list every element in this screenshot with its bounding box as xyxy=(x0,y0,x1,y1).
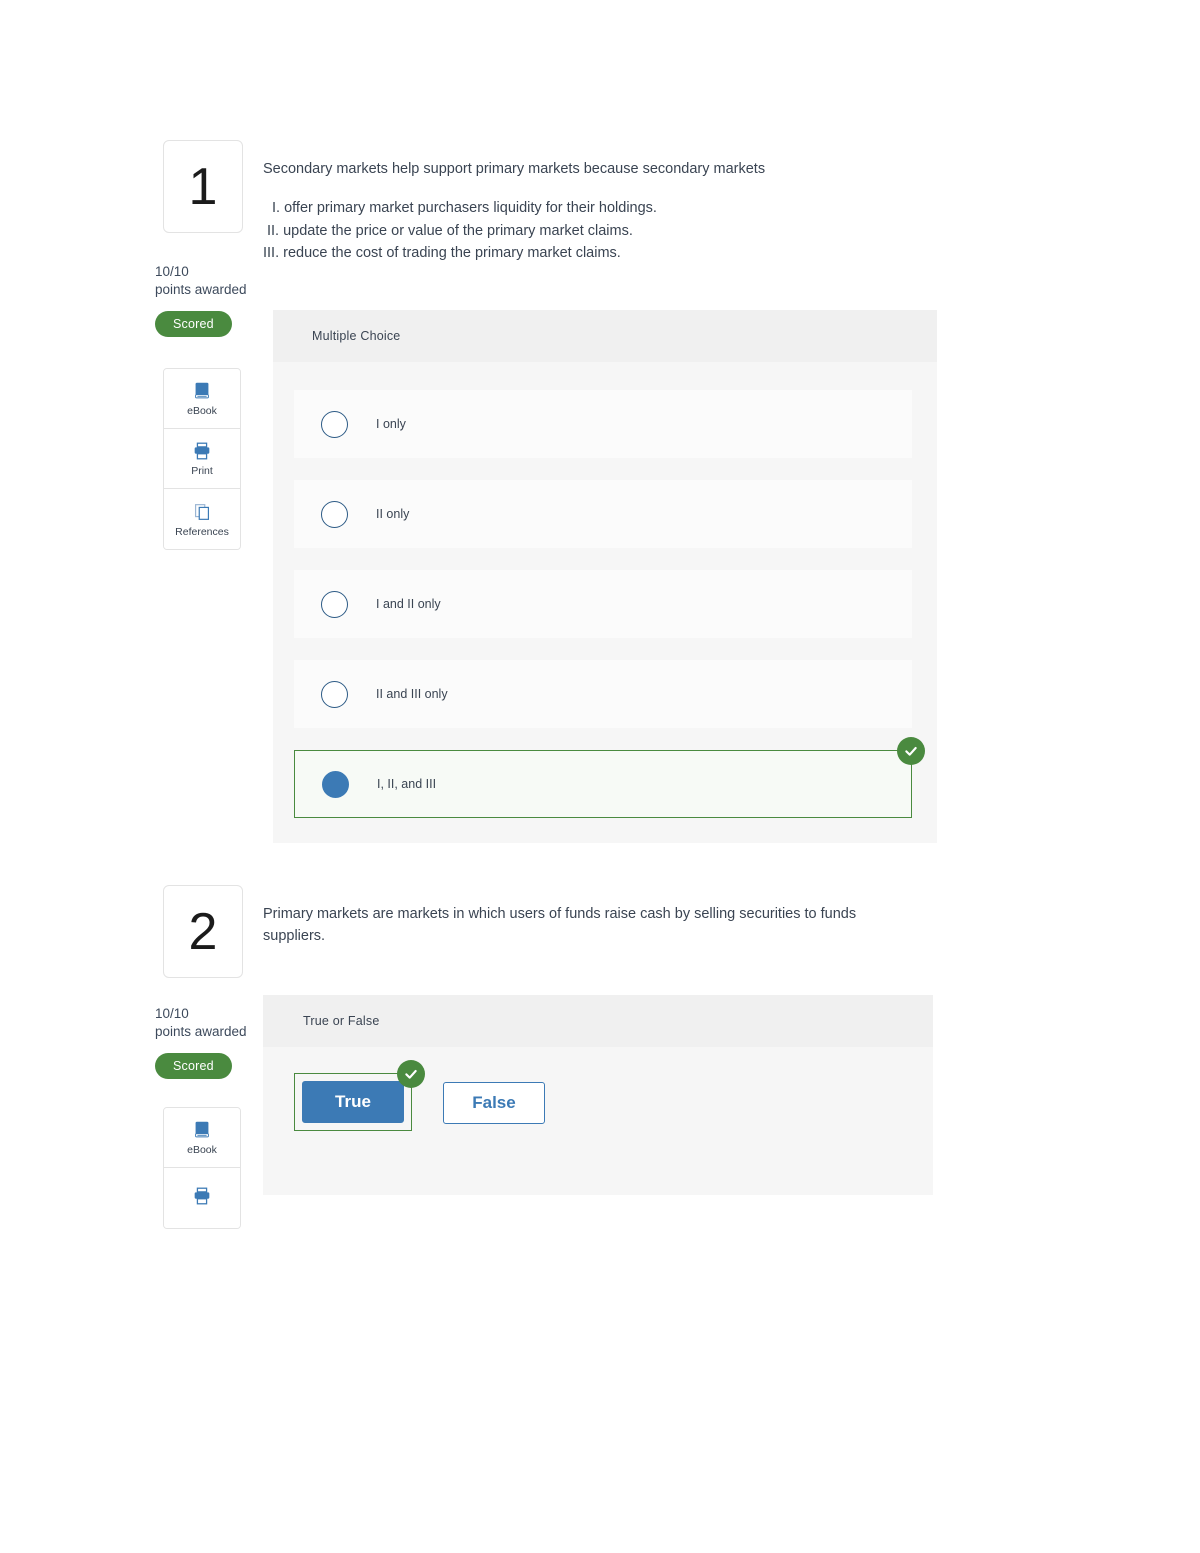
points-caption-2: points awarded xyxy=(155,1024,247,1040)
true-option-wrapper[interactable]: True xyxy=(294,1060,425,1131)
question-number-box-1: 1 xyxy=(163,140,243,233)
true-button[interactable]: True xyxy=(302,1081,404,1123)
print-icon xyxy=(191,440,213,462)
option-label: I, II, and III xyxy=(377,777,437,791)
option-row[interactable]: II only xyxy=(294,480,912,548)
points-value-2: 10/10 xyxy=(155,1006,189,1021)
option-row[interactable]: II and III only xyxy=(294,660,912,728)
question-text-1: Secondary markets help support primary m… xyxy=(263,158,913,265)
true-false-area: True False xyxy=(263,1047,933,1195)
answer-type-label-1: Multiple Choice xyxy=(312,329,401,343)
radio-icon[interactable] xyxy=(321,500,348,528)
answer-type-label-2: True or False xyxy=(303,1014,380,1028)
tool-list-1: eBook Print References xyxy=(163,368,241,550)
references-icon xyxy=(191,501,213,523)
radio-icon[interactable] xyxy=(321,590,348,618)
tool-references-label-1: References xyxy=(175,525,229,538)
question-stem-1: Secondary markets help support primary m… xyxy=(263,161,766,177)
status-badge-2: Scored xyxy=(155,1053,232,1080)
print-icon xyxy=(191,1185,213,1207)
correct-check-icon xyxy=(397,1060,425,1088)
answer-panel-2: True or False True False xyxy=(263,995,933,1195)
answer-panel-1: Multiple Choice I only II only I and II … xyxy=(273,310,937,843)
tool-ebook-2[interactable]: eBook xyxy=(164,1108,240,1168)
roman-item-i: I. offer primary market purchasers liqui… xyxy=(272,200,657,217)
option-row-selected[interactable]: I, II, and III xyxy=(294,737,925,818)
question-stem-2: Primary markets are markets in which use… xyxy=(263,906,857,945)
radio-icon[interactable] xyxy=(321,410,348,438)
tool-print-label-1: Print xyxy=(191,465,213,478)
roman-item-ii: II. update the price or value of the pri… xyxy=(267,222,633,239)
tool-print-1[interactable]: Print xyxy=(164,429,240,489)
score-area-2: 10/10 points awarded Scored xyxy=(155,1005,265,1080)
tool-print-2[interactable] xyxy=(164,1168,240,1228)
option-row[interactable]: I only xyxy=(294,390,912,458)
question-number-2: 2 xyxy=(188,902,218,961)
radio-icon-selected[interactable] xyxy=(322,770,349,798)
correct-check-icon xyxy=(897,737,925,765)
assignment-page: 1 Secondary markets help support primary… xyxy=(0,0,1200,1553)
tool-ebook-label-1: eBook xyxy=(187,405,217,418)
radio-icon[interactable] xyxy=(321,680,348,708)
tool-references-1[interactable]: References xyxy=(164,489,240,549)
tool-ebook-label-2: eBook xyxy=(187,1144,217,1157)
question-roman-list-1: I. offer primary market purchasers liqui… xyxy=(263,197,913,264)
tool-list-2: eBook xyxy=(163,1107,241,1229)
option-label: II only xyxy=(376,507,410,521)
option-list-1: I only II only I and II only II and III … xyxy=(273,362,937,843)
ebook-icon xyxy=(191,1119,213,1141)
score-area-1: 10/10 points awarded Scored xyxy=(155,263,265,338)
question-text-2: Primary markets are markets in which use… xyxy=(263,903,913,948)
points-value-1: 10/10 xyxy=(155,264,189,279)
false-option-wrapper[interactable]: False xyxy=(434,1073,554,1133)
option-label: I and II only xyxy=(376,597,441,611)
status-badge-1: Scored xyxy=(155,311,232,338)
question-number-1: 1 xyxy=(188,157,218,216)
answer-type-header-1: Multiple Choice xyxy=(273,310,937,362)
question-number-box-2: 2 xyxy=(163,885,243,978)
points-caption-1: points awarded xyxy=(155,282,247,298)
option-label: II and III only xyxy=(376,687,448,701)
ebook-icon xyxy=(191,380,213,402)
points-awarded-1: 10/10 points awarded xyxy=(155,263,265,299)
tool-ebook-1[interactable]: eBook xyxy=(164,369,240,429)
false-button[interactable]: False xyxy=(443,1082,545,1124)
option-label: I only xyxy=(376,417,406,431)
points-awarded-2: 10/10 points awarded xyxy=(155,1005,265,1041)
option-row[interactable]: I and II only xyxy=(294,570,912,638)
roman-item-iii: III. reduce the cost of trading the prim… xyxy=(263,245,621,262)
answer-type-header-2: True or False xyxy=(263,995,933,1047)
